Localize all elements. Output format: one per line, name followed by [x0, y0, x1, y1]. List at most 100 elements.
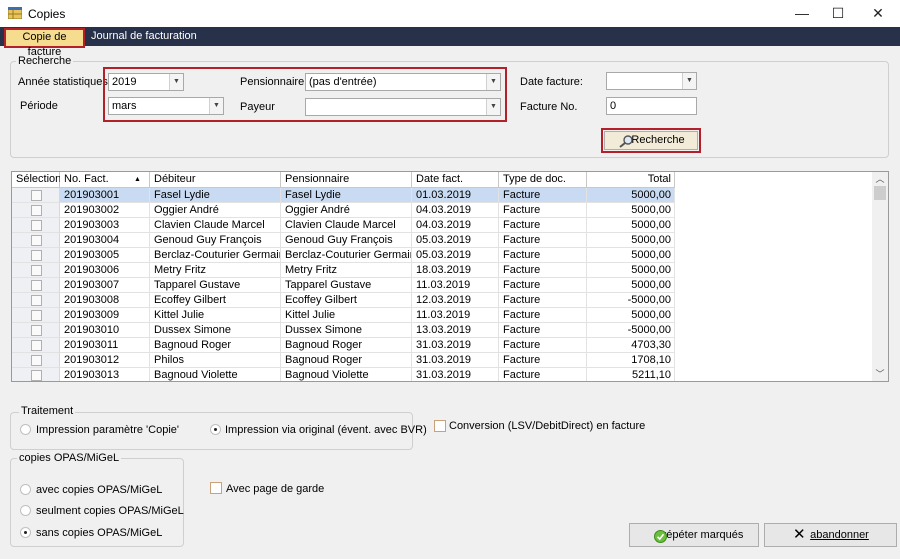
type-doc-cell: Facture [499, 368, 587, 381]
table-row[interactable]: 201903011 Bagnoud Roger Bagnoud Roger 31.03… [12, 338, 675, 353]
radio-impression-copie[interactable] [20, 424, 31, 435]
date-fact-cell: 11.03.2019 [412, 278, 499, 293]
table-row[interactable]: 201903007 Tapparel Gustave Tapparel Gustav… [12, 278, 675, 293]
row-select-checkbox[interactable] [31, 250, 42, 261]
table-row[interactable]: 201903013 Bagnoud Violette Bagnoud Violett… [12, 368, 675, 381]
row-select-checkbox[interactable] [31, 265, 42, 276]
total-cell: 1708,10 [587, 353, 675, 368]
x-icon: ✕ [793, 526, 806, 543]
row-select-checkbox[interactable] [31, 235, 42, 246]
column-header-debiteur[interactable]: Débiteur [150, 172, 281, 188]
radio-seulement-copies[interactable] [20, 505, 31, 516]
row-select-checkbox[interactable] [31, 280, 42, 291]
radio-avec-copies-label: avec copies OPAS/MiGeL [36, 484, 163, 496]
column-header-pensionnaire[interactable]: Pensionnaire [281, 172, 412, 188]
table-row[interactable]: 201903008 Ecoffey Gilbert Ecoffey Gilbert 1… [12, 293, 675, 308]
scroll-down-icon[interactable]: ﹀ [872, 367, 888, 381]
debiteur-cell: Berclaz-Couturier Germaine ... [150, 248, 281, 263]
debiteur-cell: Bagnoud Violette [150, 368, 281, 381]
row-select-checkbox[interactable] [31, 340, 42, 351]
pensionnaire-cell: Clavien Claude Marcel [281, 218, 412, 233]
debiteur-cell: Metry Fritz [150, 263, 281, 278]
row-select-checkbox[interactable] [31, 370, 42, 381]
total-cell: 5000,00 [587, 218, 675, 233]
repeat-marked-button[interactable]: répéter marqués [629, 523, 759, 547]
column-header-selection[interactable]: Sélection [12, 172, 61, 188]
no-fact-cell: 201903010 [60, 323, 150, 338]
invoice-grid[interactable]: Sélection No. Fact. ▲ Débiteur Pensionna… [11, 171, 889, 382]
table-row[interactable]: 201903010 Dussex Simone Dussex Simone 13.03… [12, 323, 675, 338]
radio-sans-copies[interactable] [20, 527, 31, 538]
no-fact-cell: 201903011 [60, 338, 150, 353]
table-row[interactable]: 201903004 Genoud Guy François Genoud Guy F… [12, 233, 675, 248]
close-button[interactable]: ✕ [855, 0, 900, 27]
table-row[interactable]: 201903009 Kittel Julie Kittel Julie 11.03.2… [12, 308, 675, 323]
debiteur-cell: Ecoffey Gilbert [150, 293, 281, 308]
search-fields-highlight [103, 67, 507, 122]
radio-seulement-copies-label: seulment copies OPAS/MiGeL [36, 505, 184, 517]
column-header-total[interactable]: Total [587, 172, 675, 188]
selection-cell [12, 308, 60, 323]
row-select-checkbox[interactable] [31, 190, 42, 201]
table-row[interactable]: 201903012 Philos Bagnoud Roger 31.03.2019 Fa… [12, 353, 675, 368]
column-header-date-fact[interactable]: Date fact. [412, 172, 499, 188]
pensionnaire-cell: Tapparel Gustave [281, 278, 412, 293]
selection-cell [12, 188, 60, 203]
total-cell: 5000,00 [587, 233, 675, 248]
type-doc-cell: Facture [499, 248, 587, 263]
row-select-checkbox[interactable] [31, 205, 42, 216]
no-fact-cell: 201903009 [60, 308, 150, 323]
row-select-checkbox[interactable] [31, 295, 42, 306]
date-facture-select[interactable]: ▼ [606, 72, 697, 90]
conversion-checkbox[interactable] [434, 420, 446, 432]
no-fact-cell: 201903005 [60, 248, 150, 263]
date-fact-cell: 05.03.2019 [412, 233, 499, 248]
page-de-garde-checkbox[interactable] [210, 482, 222, 494]
page-de-garde-label: Avec page de garde [226, 483, 325, 495]
row-select-checkbox[interactable] [31, 355, 42, 366]
pensionnaire-cell: Berclaz-Couturier Germaine ... [281, 248, 412, 263]
tab-copie-de-facture[interactable]: Copie de facture [4, 28, 85, 58]
type-doc-cell: Facture [499, 293, 587, 308]
date-fact-cell: 05.03.2019 [412, 248, 499, 263]
pensionnaire-cell: Dussex Simone [281, 323, 412, 338]
row-select-checkbox[interactable] [31, 325, 42, 336]
tab-journal-de-facturation[interactable]: Journal de facturation [91, 30, 197, 42]
table-row[interactable]: 201903006 Metry Fritz Metry Fritz 18.03.201… [12, 263, 675, 278]
radio-impression-original[interactable] [210, 424, 221, 435]
conversion-label: Conversion (LSV/DebitDirect) en facture [449, 420, 646, 432]
facture-no-input[interactable]: 0 [606, 97, 697, 115]
no-fact-cell: 201903008 [60, 293, 150, 308]
debiteur-cell: Clavien Claude Marcel [150, 218, 281, 233]
type-doc-cell: Facture [499, 308, 587, 323]
table-row[interactable]: 201903005Berclaz-Couturier Germaine ...B… [12, 248, 675, 263]
no-fact-cell: 201903013 [60, 368, 150, 381]
selection-cell [12, 278, 60, 293]
radio-avec-copies[interactable] [20, 484, 31, 495]
opas-group-label: copies OPAS/MiGeL [17, 452, 122, 464]
column-header-type-doc[interactable]: Type de doc. [499, 172, 587, 188]
row-select-checkbox[interactable] [31, 310, 42, 321]
column-header-no-fact[interactable]: No. Fact. ▲ [60, 172, 150, 188]
total-cell: -5000,00 [587, 323, 675, 338]
date-fact-cell: 04.03.2019 [412, 218, 499, 233]
scrollbar-thumb[interactable] [874, 186, 886, 200]
debiteur-cell: Philos [150, 353, 281, 368]
periode-label: Période [20, 100, 58, 112]
date-facture-label: Date facture: [520, 76, 583, 88]
total-cell: 5000,00 [587, 188, 675, 203]
no-fact-cell: 201903003 [60, 218, 150, 233]
table-row[interactable]: 201903001 Fasel Lydie Fasel Lydie 01.03.201… [12, 188, 675, 203]
debiteur-cell: Dussex Simone [150, 323, 281, 338]
type-doc-cell: Facture [499, 203, 587, 218]
table-row[interactable]: 201903003 Clavien Claude Marcel Clavien Cl… [12, 218, 675, 233]
scroll-up-icon[interactable]: ︿ [872, 172, 888, 186]
search-button[interactable]: Recherche [604, 131, 698, 150]
row-select-checkbox[interactable] [31, 220, 42, 231]
type-doc-cell: Facture [499, 338, 587, 353]
debiteur-cell: Oggier André [150, 203, 281, 218]
vertical-scrollbar[interactable]: ︿ ﹀ [872, 172, 888, 381]
table-row[interactable]: 201903002 Oggier André Oggier André 04.03.2… [12, 203, 675, 218]
pensionnaire-cell: Bagnoud Violette [281, 368, 412, 381]
cancel-button[interactable]: ✕ abandonner [764, 523, 897, 547]
